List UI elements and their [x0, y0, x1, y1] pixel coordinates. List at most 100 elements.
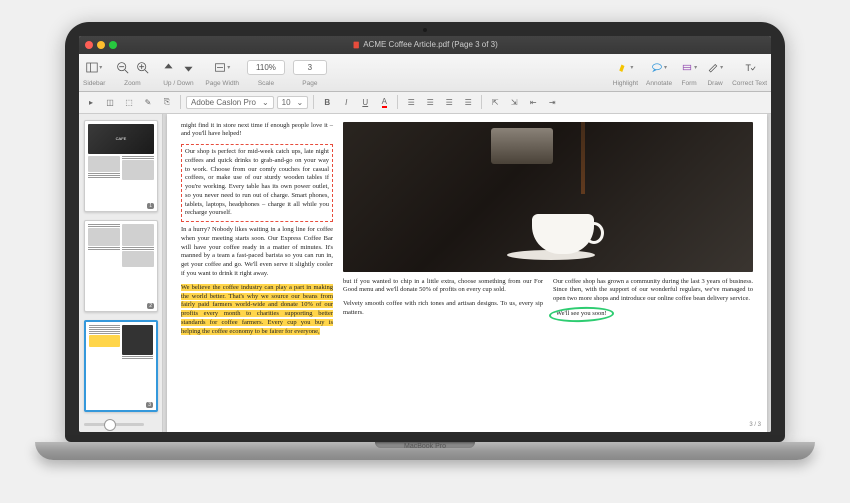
bottom-columns: but if you wanted to chip in a little ex… — [343, 278, 753, 323]
sidebar-toggle[interactable] — [85, 59, 103, 77]
svg-text:T: T — [745, 63, 751, 73]
draw-button[interactable] — [706, 59, 724, 77]
correct-group: T Correct Text — [732, 57, 767, 87]
underline-button[interactable]: U — [357, 94, 373, 110]
page-indicator: 3 / 3 — [749, 422, 761, 428]
align-right-button[interactable]: ☰ — [441, 94, 457, 110]
paragraph: Our coffee shop has grown a community du… — [553, 278, 753, 304]
highlight-group: Highlight — [613, 57, 638, 87]
machine-shape — [491, 128, 553, 164]
page-viewport[interactable]: might find it in store next time if enou… — [163, 114, 771, 432]
highlight-label: Highlight — [613, 80, 638, 87]
page: might find it in store next time if enou… — [167, 114, 767, 432]
page-width-button[interactable] — [213, 59, 231, 77]
espresso-image — [343, 122, 753, 272]
zoom-button[interactable] — [109, 41, 117, 49]
selected-text-box[interactable]: Our shop is perfect for mid-week catch u… — [181, 144, 333, 222]
thumb-number: 1 — [147, 203, 154, 209]
form-button[interactable] — [680, 59, 698, 77]
paragraph: but if you wanted to chip in a little ex… — [343, 278, 543, 296]
minimize-button[interactable] — [97, 41, 105, 49]
spacing-less-button[interactable]: ⇱ — [487, 94, 503, 110]
highlight-span: We believe the coffee industry can play … — [181, 284, 333, 335]
thumbnail-2[interactable]: 2 — [84, 220, 158, 312]
laptop-frame: ACME Coffee Article.pdf (Page 3 of 3) Si… — [65, 22, 785, 482]
thumbnail-zoom-slider[interactable] — [84, 423, 144, 426]
format-toolbar: ▸ ◫ ⬚ ✎ ⎘ Adobe Caslon Pro⌄ 10⌄ B I U A … — [79, 92, 771, 114]
close-button[interactable] — [85, 41, 93, 49]
updown-label: Up / Down — [163, 80, 193, 87]
page-up-button[interactable] — [159, 59, 177, 77]
highlighted-paragraph: We believe the coffee industry can play … — [181, 284, 333, 337]
closing-line: We'll see you soon! — [553, 309, 610, 320]
separator — [313, 95, 314, 109]
correct-label: Correct Text — [732, 80, 767, 87]
bottom-col-2: Our coffee shop has grown a community du… — [553, 278, 753, 323]
title-text: ACME Coffee Article.pdf (Page 3 of 3) — [363, 40, 498, 49]
scale-field[interactable]: 110% — [247, 60, 285, 75]
select-tool[interactable]: ◫ — [102, 94, 118, 110]
annotate-label: Annotate — [646, 80, 672, 87]
font-name: Adobe Caslon Pro — [191, 98, 256, 107]
zoom-out-button[interactable] — [113, 59, 131, 77]
coffee-stream — [581, 122, 585, 194]
sidebar-label: Sidebar — [83, 80, 105, 87]
edit-tool[interactable]: ✎ — [140, 94, 156, 110]
thumb-hero: CAFE — [88, 124, 154, 154]
correct-text-button[interactable]: T — [741, 59, 759, 77]
align-left-button[interactable]: ☰ — [403, 94, 419, 110]
form-label: Form — [681, 80, 696, 87]
circled-annotation: We'll see you soon! — [553, 309, 753, 320]
font-select[interactable]: Adobe Caslon Pro⌄ — [186, 96, 274, 109]
font-size-select[interactable]: 10⌄ — [277, 96, 309, 109]
italic-button[interactable]: I — [338, 94, 354, 110]
laptop-label: MacBook Pro — [404, 443, 446, 450]
bold-button[interactable]: B — [319, 94, 335, 110]
page-down-button[interactable] — [179, 59, 197, 77]
page-label: Page — [302, 80, 317, 87]
indent-left-button[interactable]: ⇤ — [525, 94, 541, 110]
zoom-label: Zoom — [124, 80, 141, 87]
app-window: ACME Coffee Article.pdf (Page 3 of 3) Si… — [79, 36, 771, 432]
pdf-icon — [352, 41, 360, 49]
page-field[interactable]: 3 — [293, 60, 327, 75]
scale-group: 110% Scale — [247, 57, 285, 87]
draw-group: Draw — [706, 57, 724, 87]
screen-bezel: ACME Coffee Article.pdf (Page 3 of 3) Si… — [65, 22, 785, 442]
highlight-button[interactable] — [616, 59, 634, 77]
separator — [481, 95, 482, 109]
cup-shape — [532, 214, 594, 254]
window-title: ACME Coffee Article.pdf (Page 3 of 3) — [352, 40, 498, 49]
pointer-tool[interactable]: ▸ — [83, 94, 99, 110]
text-color-button[interactable]: A — [376, 94, 392, 110]
thumb-number: 2 — [147, 303, 154, 309]
left-column: might find it in store next time if enou… — [181, 122, 333, 424]
thumbnail-3[interactable]: 3 — [84, 320, 158, 412]
main-toolbar: Sidebar Zoom Up / Down — [79, 54, 771, 92]
separator — [397, 95, 398, 109]
spacing-more-button[interactable]: ⇲ — [506, 94, 522, 110]
paragraph: Our shop is perfect for mid-week catch u… — [185, 148, 329, 218]
pagewidth-group: Page Width — [205, 57, 239, 87]
zoom-in-button[interactable] — [133, 59, 151, 77]
columns: might find it in store next time if enou… — [181, 122, 753, 424]
page-group: 3 Page — [293, 57, 327, 87]
align-center-button[interactable]: ☰ — [422, 94, 438, 110]
annotate-button[interactable] — [650, 59, 668, 77]
thumbnail-1[interactable]: CAFE 1 — [84, 120, 158, 212]
titlebar: ACME Coffee Article.pdf (Page 3 of 3) — [79, 36, 771, 54]
thumb-number: 3 — [146, 402, 153, 408]
align-justify-button[interactable]: ☰ — [460, 94, 476, 110]
crop-tool[interactable]: ⬚ — [121, 94, 137, 110]
draw-label: Draw — [707, 80, 722, 87]
updown-group: Up / Down — [159, 57, 197, 87]
link-tool[interactable]: ⎘ — [159, 94, 175, 110]
indent-right-button[interactable]: ⇥ — [544, 94, 560, 110]
zoom-group: Zoom — [113, 57, 151, 87]
sidebar-group: Sidebar — [83, 57, 105, 87]
form-group: Form — [680, 57, 698, 87]
separator — [180, 95, 181, 109]
annotate-group: Annotate — [646, 57, 672, 87]
paragraph: Velvety smooth coffee with rich tones an… — [343, 300, 543, 318]
paragraph: might find it in store next time if enou… — [181, 122, 333, 140]
